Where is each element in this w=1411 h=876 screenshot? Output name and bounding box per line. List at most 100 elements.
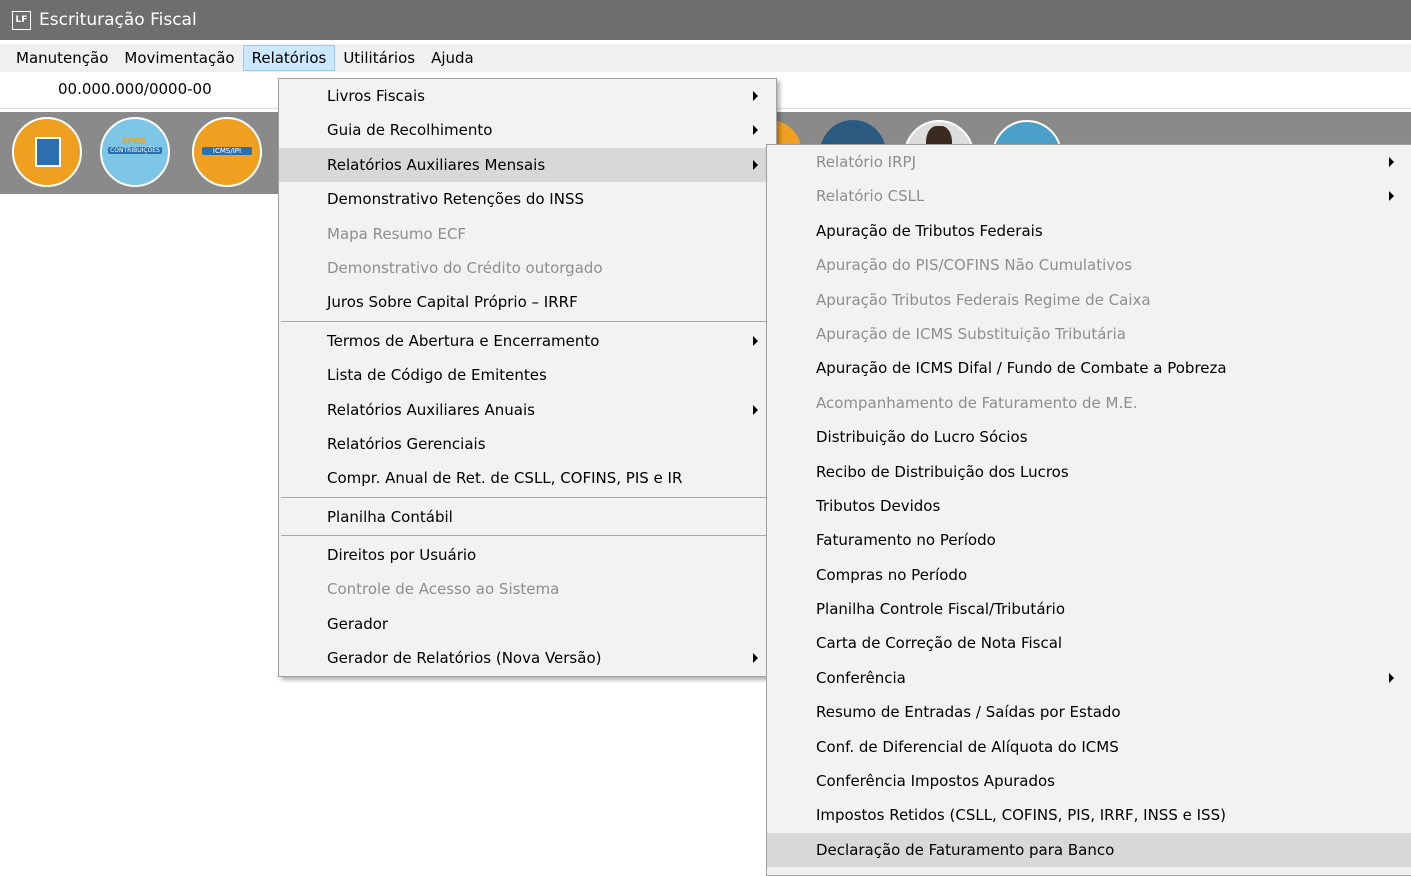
menu-item-demonstrativo-retencoes-do-inss[interactable]: Demonstrativo Retenções do INSS: [279, 182, 776, 216]
menu-item-gerador-de-relatorios-nova-versao[interactable]: Gerador de Relatórios (Nova Versão): [279, 641, 776, 675]
submenu-item-impostos-retidos-csll-cofins-pis-irrf-inss-e-iss[interactable]: Impostos Retidos (CSLL, COFINS, PIS, IRR…: [767, 798, 1411, 832]
menu-item-label: Direitos por Usuário: [327, 546, 477, 565]
submenu-item-planilha-controle-fiscal-tributario[interactable]: Planilha Controle Fiscal/Tributário: [767, 592, 1411, 626]
menu-item-label: Distribuição do Lucro Sócios: [816, 428, 1028, 447]
menu-item-label: Acompanhamento de Faturamento de M.E.: [816, 393, 1138, 412]
menu-item-relatorios-gerenciais[interactable]: Relatórios Gerenciais: [279, 427, 776, 461]
menu-item-label: Juros Sobre Capital Próprio – IRRF: [327, 293, 578, 312]
submenu-item-compras-no-periodo[interactable]: Compras no Período: [767, 558, 1411, 592]
submenu-arrow-icon: [1389, 672, 1394, 683]
menu-item-relatorios-auxiliares-mensais[interactable]: Relatórios Auxiliares Mensais: [279, 147, 776, 183]
menu-item-mapa-resumo-ecf[interactable]: Mapa Resumo ECF: [279, 217, 776, 251]
submenu-item-acompanhamento-de-faturamento-de-m-e[interactable]: Acompanhamento de Faturamento de M.E.: [767, 386, 1411, 420]
menu-item-label: Carta de Correção de Nota Fiscal: [816, 634, 1063, 653]
submenu-item-carta-de-correcao-de-nota-fiscal[interactable]: Carta de Correção de Nota Fiscal: [767, 626, 1411, 660]
menu-separator: [281, 496, 774, 498]
menu-item-label: Relatório IRPJ: [816, 153, 916, 171]
menu-item-label: Livros Fiscais: [327, 87, 425, 105]
menu-separator: [281, 320, 774, 322]
icms-ipi-label: ICMS/IPI: [202, 147, 252, 155]
company-cnpj: 00.000.000/0000-00: [58, 80, 212, 98]
menu-item-label: Relatórios Gerenciais: [327, 434, 486, 453]
menu-utilitarios[interactable]: Utilitários: [335, 45, 423, 71]
submenu-item-conferencia-impostos-apurados[interactable]: Conferência Impostos Apurados: [767, 764, 1411, 798]
menu-item-gerador[interactable]: Gerador: [279, 607, 776, 641]
menu-item-guia-de-recolhimento[interactable]: Guia de Recolhimento: [279, 113, 776, 147]
contribuicoes-label: CONTRIBUIÇÕES: [108, 147, 162, 154]
submenu-arrow-icon: [1389, 191, 1394, 202]
building-icon[interactable]: [12, 117, 82, 187]
submenu-item-apuracao-de-tributos-federais[interactable]: Apuração de Tributos Federais: [767, 214, 1411, 248]
menu-item-relatorios-auxiliares-anuais[interactable]: Relatórios Auxiliares Anuais: [279, 393, 776, 427]
submenu-item-apuracao-tributos-federais-regime-de-caixa[interactable]: Apuração Tributos Federais Regime de Cai…: [767, 283, 1411, 317]
menu-item-label: Resumo de Entradas / Saídas por Estado: [816, 703, 1121, 722]
menu-item-label: Declaração de Faturamento para Banco: [816, 840, 1115, 859]
menu-item-label: Conferência: [816, 668, 906, 687]
menu-item-label: Impostos Retidos (CSLL, COFINS, PIS, IRR…: [816, 806, 1226, 825]
menu-item-label: Tributos Devidos: [816, 496, 941, 515]
menu-item-direitos-por-usuario[interactable]: Direitos por Usuário: [279, 538, 776, 572]
submenu-arrow-icon: [753, 125, 758, 136]
submenu-item-declaracao-de-faturamento-para-banco[interactable]: Declaração de Faturamento para Banco: [767, 832, 1411, 868]
submenu-item-tributos-devidos[interactable]: Tributos Devidos: [767, 489, 1411, 523]
menu-item-label: Faturamento no Período: [816, 531, 996, 550]
menu-item-planilha-contabil[interactable]: Planilha Contábil: [279, 500, 776, 534]
submenu-arrow-icon: [1389, 157, 1394, 167]
submenu-item-conf-de-diferencial-de-aliquota-do-icms[interactable]: Conf. de Diferencial de Alíquota do ICMS: [767, 730, 1411, 764]
submenu-item-apuracao-de-icms-substituicao-tributaria[interactable]: Apuração de ICMS Substituição Tributária: [767, 317, 1411, 351]
app-logo-icon: LF: [12, 10, 31, 30]
menu-item-label: Compras no Período: [816, 565, 968, 584]
submenu-item-faturamento-no-periodo[interactable]: Faturamento no Período: [767, 523, 1411, 557]
menu-item-label: Controle de Acesso ao Sistema: [327, 580, 560, 599]
submenu-arrow-icon: [753, 159, 758, 170]
menu-item-label: Relatório CSLL: [816, 187, 925, 206]
submenu-item-relatorio-irpj[interactable]: Relatório IRPJ: [767, 145, 1411, 179]
submenu-item-recibo-de-distribuicao-dos-lucros[interactable]: Recibo de Distribuição dos Lucros: [767, 455, 1411, 489]
menu-item-label: Recibo de Distribuição dos Lucros: [816, 462, 1069, 481]
menu-item-label: Apuração de ICMS Substituição Tributária: [816, 324, 1126, 343]
submenu-item-resumo-de-entradas-saidas-por-estado[interactable]: Resumo de Entradas / Saídas por Estado: [767, 695, 1411, 729]
menu-separator: [281, 535, 774, 537]
submenu-item-apuracao-de-icms-difal-fundo-de-combate-a-pobreza[interactable]: Apuração de ICMS Difal / Fundo de Combat…: [767, 351, 1411, 385]
window-title: Escrituração Fiscal: [39, 10, 197, 30]
menu-item-label: Termos de Abertura e Encerramento: [327, 331, 600, 350]
menu-relatorios[interactable]: Relatórios: [242, 45, 336, 71]
menu-item-label: Apuração do PIS/COFINS Não Cumulativos: [816, 256, 1133, 275]
window-titlebar: LF Escrituração Fiscal: [0, 0, 1411, 40]
menu-item-juros-sobre-capital-proprio-irrf[interactable]: Juros Sobre Capital Próprio – IRRF: [279, 285, 776, 319]
relatorios-mensais-submenu: Relatório IRPJ Relatório CSLL Apuração de …: [766, 144, 1411, 876]
submenu-item-distribuicao-do-lucro-socios[interactable]: Distribuição do Lucro Sócios: [767, 420, 1411, 454]
submenu-arrow-icon: [753, 91, 758, 101]
menu-item-label: Apuração Tributos Federais Regime de Cai…: [816, 290, 1151, 309]
menu-item-label: Relatórios Auxiliares Anuais: [327, 400, 535, 419]
menu-item-label: Relatórios Auxiliares Mensais: [327, 155, 546, 174]
menu-item-label: Guia de Recolhimento: [327, 121, 493, 140]
menu-item-label: Planilha Controle Fiscal/Tributário: [816, 600, 1066, 619]
submenu-arrow-icon: [753, 335, 758, 346]
menu-movimentacao[interactable]: Movimentação: [116, 45, 242, 71]
submenu-item-conferencia[interactable]: Conferência: [767, 661, 1411, 695]
menu-item-label: Conf. de Diferencial de Alíquota do ICMS: [816, 737, 1119, 756]
menu-item-demonstrativo-do-credito-outorgado[interactable]: Demonstrativo do Crédito outorgado: [279, 251, 776, 285]
menu-item-label: Demonstrativo Retenções do INSS: [327, 190, 584, 209]
menu-item-compr-anual-de-ret-de-csll-cofins-pis-e-ir[interactable]: Compr. Anual de Ret. de CSLL, COFINS, PI…: [279, 461, 776, 495]
menu-item-label: Lista de Código de Emitentes: [327, 366, 547, 385]
menu-item-livros-fiscais[interactable]: Livros Fiscais: [279, 79, 776, 113]
submenu-item-apuracao-do-pis-cofins-nao-cumulativos[interactable]: Apuração do PIS/COFINS Não Cumulativos: [767, 248, 1411, 282]
menu-item-lista-de-codigo-de-emitentes[interactable]: Lista de Código de Emitentes: [279, 358, 776, 392]
icms-ipi-icon[interactable]: ICMS/IPI: [192, 117, 262, 187]
menu-item-label: Gerador: [327, 614, 389, 633]
menu-item-label: Compr. Anual de Ret. de CSLL, COFINS, PI…: [327, 469, 683, 488]
menubar: Manutenção Movimentação Relatórios Utili…: [0, 44, 1411, 72]
submenu-item-relatorio-csll[interactable]: Relatório CSLL: [767, 179, 1411, 213]
menu-manutencao[interactable]: Manutenção: [0, 45, 116, 71]
menu-item-label: Mapa Resumo ECF: [327, 224, 467, 243]
menu-ajuda[interactable]: Ajuda: [423, 45, 482, 71]
menu-item-label: Gerador de Relatórios (Nova Versão): [327, 649, 602, 668]
menu-item-label: Apuração de ICMS Difal / Fundo de Combat…: [816, 359, 1227, 378]
menu-item-controle-de-acesso-ao-sistema[interactable]: Controle de Acesso ao Sistema: [279, 572, 776, 606]
sped-contribuicoes-icon[interactable]: SPED CONTRIBUIÇÕES: [100, 117, 170, 187]
menu-item-termos-de-abertura-e-encerramento[interactable]: Termos de Abertura e Encerramento: [279, 324, 776, 358]
menu-item-label: Apuração de Tributos Federais: [816, 221, 1043, 240]
menu-item-label: Conferência Impostos Apurados: [816, 772, 1055, 791]
